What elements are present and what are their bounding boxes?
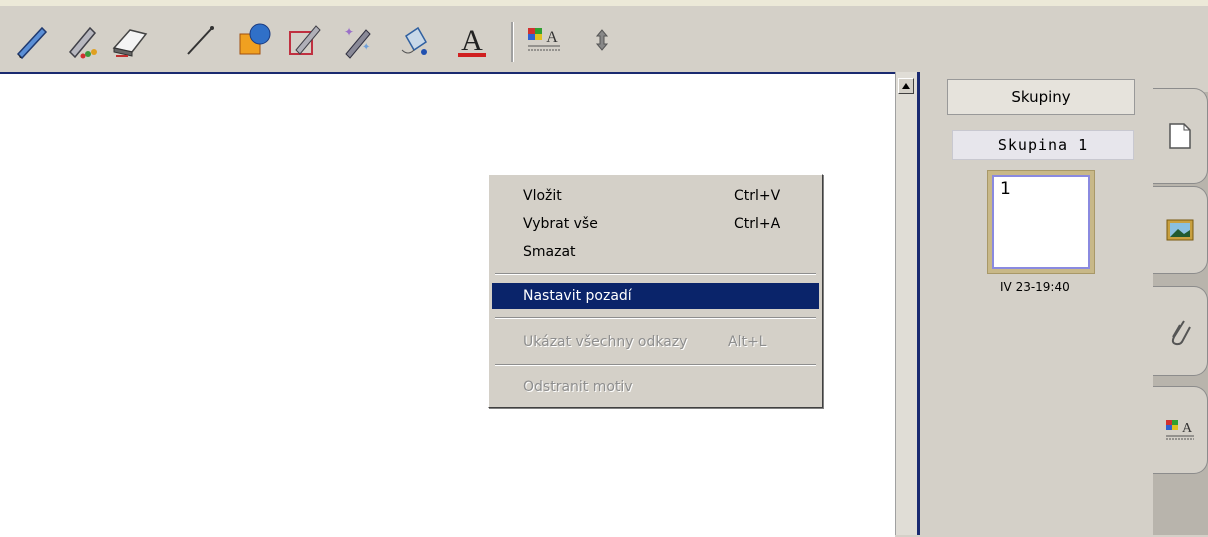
pen-icon[interactable]	[10, 18, 54, 62]
properties-icon: A	[1166, 420, 1194, 440]
fill-icon[interactable]	[392, 18, 436, 62]
menu-item-label: Nastavit pozadí	[523, 288, 632, 304]
menu-item-shortcut: Ctrl+V	[734, 188, 781, 204]
toolbar-separator	[511, 22, 514, 62]
menu-item-set-background[interactable]: Nastavit pozadí	[492, 283, 819, 309]
svg-text:A: A	[546, 29, 558, 46]
context-menu: Vložit Ctrl+V Vybrat vše Ctrl+A Smazat N…	[488, 174, 823, 408]
page-number: 1	[1000, 179, 1011, 199]
menu-item-remove-theme: Odstranit motiv	[492, 374, 819, 400]
svg-text:✦: ✦	[362, 42, 370, 53]
text-icon[interactable]: A	[450, 18, 494, 62]
attachments-icon	[1171, 320, 1191, 346]
vertical-scrollbar[interactable]	[895, 72, 917, 535]
page-thumbnail[interactable]: 1	[987, 170, 1095, 274]
page-sorter-icon	[1169, 123, 1191, 149]
tab-properties[interactable]: A	[1153, 386, 1208, 474]
menu-item-shortcut: Ctrl+A	[734, 216, 781, 232]
menu-separator	[495, 317, 816, 319]
shapes-icon[interactable]	[232, 18, 276, 62]
menu-item-delete[interactable]: Smazat	[492, 239, 819, 265]
eraser-icon[interactable]	[108, 18, 152, 62]
highlighter-icon[interactable]	[60, 18, 104, 62]
menu-item-show-all-links: Ukázat všechny odkazy Alt+L	[492, 329, 819, 355]
tab-page-sorter[interactable]	[1153, 88, 1208, 184]
table-text-icon[interactable]: A	[522, 18, 566, 62]
scroll-up-button[interactable]	[898, 78, 914, 94]
toolbar: ✦ ✦ A A	[0, 0, 1208, 72]
shape-recognition-icon[interactable]	[282, 18, 326, 62]
menu-item-label: Ukázat všechny odkazy	[523, 334, 688, 350]
menu-item-label: Odstranit motiv	[523, 379, 633, 395]
menu-item-label: Vybrat vše	[523, 216, 598, 232]
group-name[interactable]: Skupina 1	[952, 130, 1134, 160]
arrow-up-icon	[902, 83, 910, 89]
menu-item-label: Smazat	[523, 244, 576, 260]
page-timestamp: IV 23-19:40	[1000, 280, 1070, 294]
tab-gallery[interactable]	[1153, 186, 1208, 274]
svg-text:A: A	[461, 24, 483, 57]
svg-text:A: A	[1182, 421, 1193, 436]
menu-item-label: Vložit	[523, 188, 562, 204]
menu-item-shortcut: Alt+L	[728, 334, 767, 350]
groups-button[interactable]: Skupiny	[947, 79, 1135, 115]
svg-text:✦: ✦	[344, 25, 354, 39]
menu-item-select-all[interactable]: Vybrat vše Ctrl+A	[492, 211, 819, 237]
menu-separator	[495, 273, 816, 275]
menu-separator	[495, 364, 816, 366]
move-icon[interactable]	[580, 18, 624, 62]
page-sorter-panel: Skupiny Skupina 1 1 IV 23-19:40	[920, 72, 1153, 535]
tab-attachments[interactable]	[1153, 286, 1208, 376]
menu-item-paste[interactable]: Vložit Ctrl+V	[492, 183, 819, 209]
magic-pen-icon[interactable]: ✦ ✦	[336, 18, 380, 62]
line-icon[interactable]	[178, 18, 222, 62]
gallery-icon	[1166, 219, 1194, 241]
